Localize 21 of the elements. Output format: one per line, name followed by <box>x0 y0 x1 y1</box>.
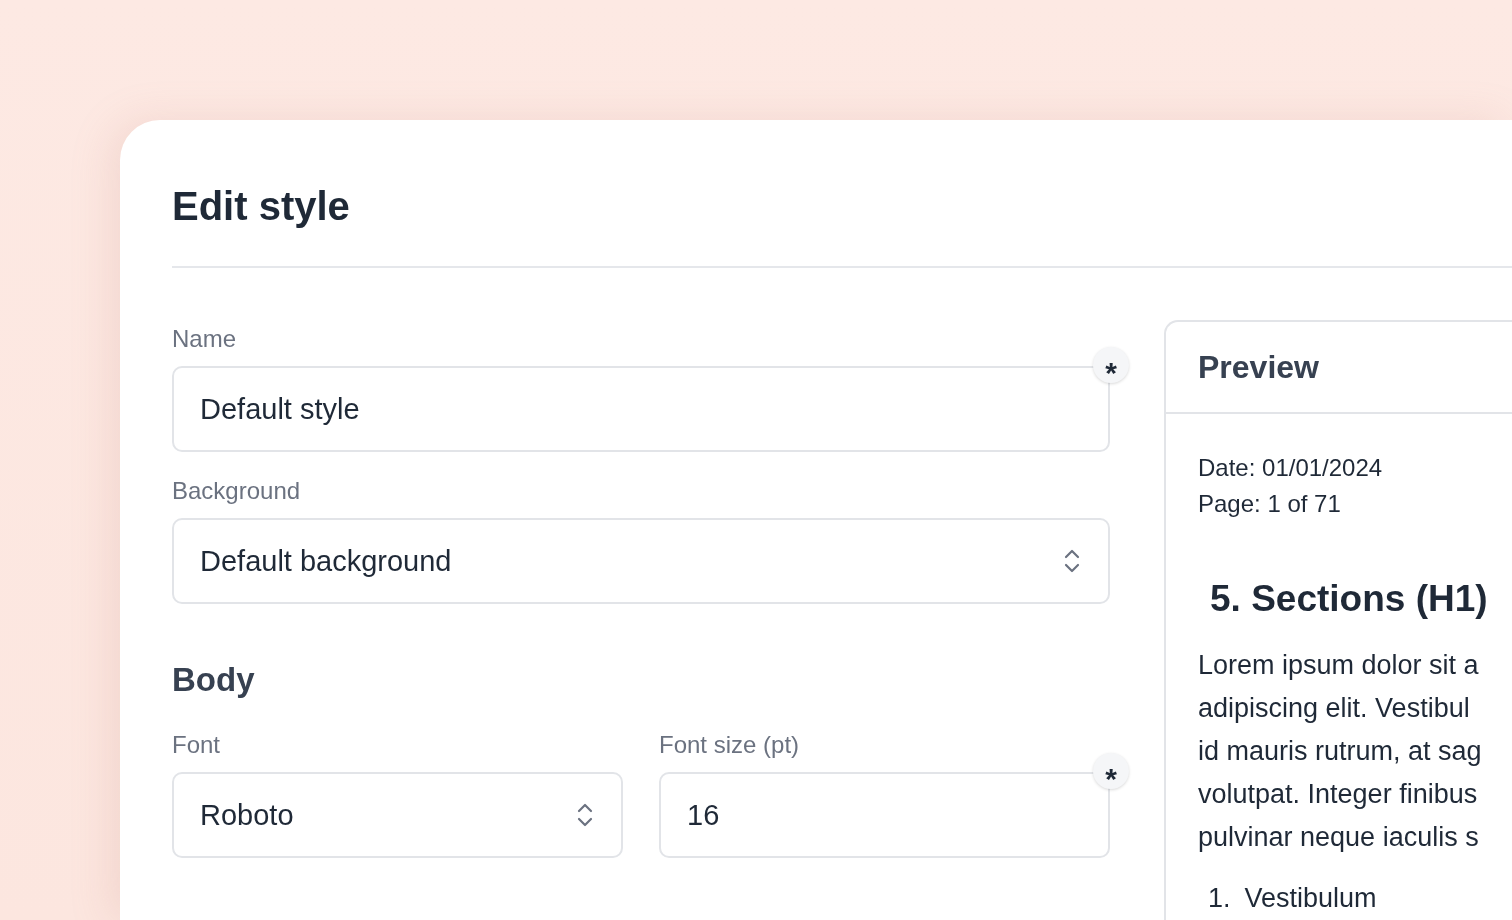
section-heading: Body <box>172 660 256 700</box>
list-number: 1. <box>1208 882 1231 915</box>
field-label: Font <box>172 730 222 760</box>
required-badge: * <box>1093 753 1129 789</box>
field-label: Font size (pt) <box>659 730 801 760</box>
paragraph-line: Lorem ipsum dolor sit a <box>1198 649 1480 682</box>
meta-line: Date: 01/01/2024 <box>1198 453 1384 483</box>
field-label: Name <box>172 324 238 354</box>
select-field[interactable]: Roboto <box>172 772 623 858</box>
meta-line: Page: 1 of 71 <box>1198 489 1342 519</box>
dialog-title: Edit style <box>172 183 351 230</box>
list-item: Vestibulum <box>1244 882 1377 915</box>
paragraph-line: volutpat. Integer finibus <box>1198 778 1479 811</box>
field-label: Background <box>172 476 302 506</box>
paragraph-line: pulvinar neque iaculis s <box>1198 821 1480 854</box>
paragraph-line: id mauris rutrum, at sag <box>1198 735 1483 768</box>
preview-heading: 5. Sections (H1) <box>1210 577 1489 621</box>
select-field[interactable]: Default background <box>172 518 1110 604</box>
preview-title: Preview <box>1198 348 1319 386</box>
required-badge: * <box>1093 347 1129 383</box>
paragraph-line: adipiscing elit. Vestibul <box>1198 692 1471 725</box>
